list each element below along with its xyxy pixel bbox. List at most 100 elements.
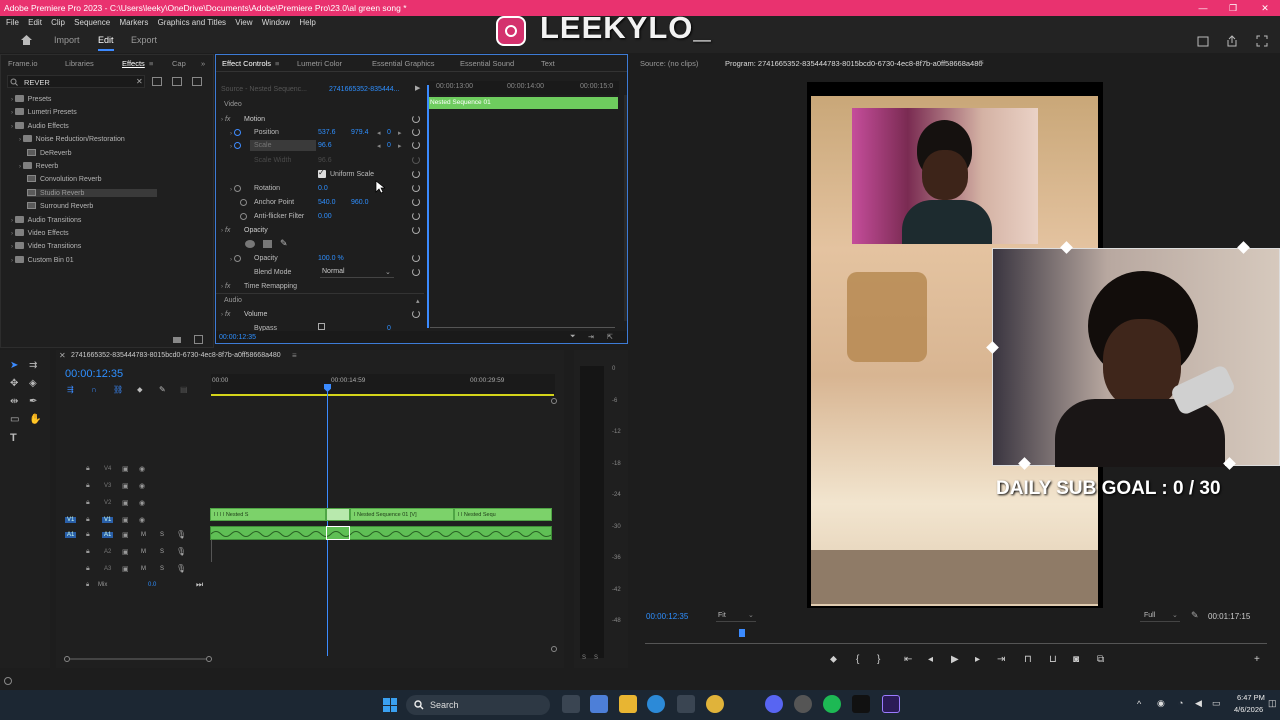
menu-window[interactable]: Window bbox=[262, 18, 290, 27]
audio-track-header[interactable]: 🔒︎ A3 ▣ M S 🎙︎ bbox=[56, 563, 210, 579]
tray-chevron-icon[interactable]: ^ bbox=[1137, 699, 1141, 709]
pen-tool-icon[interactable]: ✒ bbox=[29, 396, 37, 407]
clip-v1-a[interactable]: ǀ ǀ ǀ ǀ Nested S bbox=[210, 508, 326, 521]
eye-icon[interactable]: ◉ bbox=[139, 499, 145, 507]
add-marker-icon[interactable]: ⬥ bbox=[830, 654, 837, 665]
menu-markers[interactable]: Markers bbox=[119, 18, 148, 27]
effects-folder[interactable]: › Presets bbox=[11, 95, 51, 103]
new-item-icon[interactable] bbox=[194, 335, 203, 344]
chrome-icon[interactable] bbox=[706, 695, 724, 713]
new-bin-icon[interactable] bbox=[173, 337, 181, 343]
effects-search-input[interactable]: REVER ✕ bbox=[7, 75, 145, 88]
expand-icon[interactable] bbox=[1256, 35, 1268, 47]
play-icon[interactable]: ▶ bbox=[951, 654, 959, 665]
bypass-checkbox[interactable] bbox=[318, 323, 325, 330]
reset-blend-icon[interactable] bbox=[412, 268, 420, 276]
hand-tool-icon[interactable]: ✋ bbox=[29, 414, 41, 425]
stopwatch-icon[interactable] bbox=[233, 142, 241, 149]
effects-item[interactable]: Studio Reverb bbox=[27, 188, 157, 197]
reset-rotation-icon[interactable] bbox=[412, 184, 420, 192]
quality-select[interactable]: Full ⌄ bbox=[1140, 610, 1180, 622]
wrench-icon[interactable]: ✎ bbox=[1191, 610, 1199, 621]
audio-track-header[interactable]: 🔒︎ A2 ▣ M S 🎙︎ bbox=[56, 546, 210, 562]
clip-v1-selected[interactable] bbox=[326, 508, 350, 521]
sync-lock-icon[interactable]: ▣ bbox=[122, 482, 129, 490]
mute-button[interactable]: M bbox=[141, 549, 146, 555]
step-back-icon[interactable]: ◂ bbox=[928, 654, 933, 665]
sync-lock-icon[interactable]: ▣ bbox=[122, 499, 129, 507]
jump-to-end-icon[interactable]: ⏭ bbox=[196, 580, 203, 590]
comparison-view-icon[interactable]: ⧉ bbox=[1097, 654, 1104, 665]
reset-opacity-icon[interactable] bbox=[412, 254, 420, 262]
position-y[interactable]: 979.4 bbox=[351, 129, 369, 136]
move-tool-icon[interactable]: ✥ bbox=[10, 378, 18, 389]
file-explorer-icon[interactable] bbox=[619, 695, 637, 713]
selection-tool-icon[interactable]: ➤ bbox=[10, 360, 18, 371]
video-track-header[interactable]: 🔒︎ V4 ▣ ◉ bbox=[56, 463, 210, 479]
work-area-bar[interactable] bbox=[211, 394, 554, 396]
obs-icon[interactable] bbox=[794, 695, 812, 713]
timeline-ruler[interactable]: 00:00 00:00:14:59 00:00:29:59 bbox=[211, 374, 555, 396]
track-label[interactable]: A2 bbox=[102, 549, 113, 555]
play-clip-icon[interactable]: ▶ bbox=[415, 84, 420, 92]
prev-keyframe-icon[interactable]: ◂ bbox=[377, 142, 381, 150]
video-track-header[interactable]: 🔒︎ V2 ▣ ◉ bbox=[56, 497, 210, 513]
lock-icon[interactable]: 🔒︎ bbox=[86, 482, 90, 490]
taskbar-search[interactable]: Search bbox=[406, 695, 550, 715]
eye-icon[interactable]: ◉ bbox=[139, 516, 145, 524]
tab-effects[interactable]: Effects bbox=[122, 59, 145, 68]
program-timecode[interactable]: 00:00:12:35 bbox=[646, 612, 688, 621]
tab-lumetri-color[interactable]: Lumetri Color bbox=[297, 59, 342, 68]
lock-icon[interactable]: 🔒︎ bbox=[86, 582, 89, 589]
track-label[interactable]: A1 bbox=[102, 532, 114, 538]
notifications-icon[interactable]: ◫ bbox=[1268, 698, 1277, 709]
tab-frameio[interactable]: Frame.io bbox=[8, 59, 38, 68]
menu-graphics[interactable]: Graphics and Titles bbox=[158, 18, 226, 27]
stopwatch-icon[interactable] bbox=[233, 255, 241, 262]
tab-essential-graphics[interactable]: Essential Graphics bbox=[372, 59, 435, 68]
sequence-tab[interactable]: 2741665352-835444783-8015bcd0-6730-4ec8-… bbox=[71, 352, 281, 359]
clock-time[interactable]: 6:47 PM bbox=[1237, 693, 1265, 702]
captions-icon[interactable]: ▤ bbox=[180, 385, 188, 394]
solo-button[interactable]: S bbox=[160, 566, 164, 572]
spotify-icon[interactable] bbox=[823, 695, 841, 713]
slip-tool-icon[interactable]: ⇹ bbox=[10, 396, 18, 407]
export-frame-icon[interactable]: ◙ bbox=[1073, 654, 1079, 665]
source-patch[interactable]: A1 bbox=[65, 532, 77, 538]
mix-value[interactable]: 0.0 bbox=[148, 582, 156, 588]
effects-folder[interactable]: › Video Effects bbox=[11, 229, 69, 237]
share-icon[interactable] bbox=[1226, 35, 1238, 47]
discord-icon[interactable] bbox=[765, 695, 783, 713]
tab-captions[interactable]: Cap bbox=[172, 59, 186, 68]
ec-mini-ruler[interactable]: 00:00:13:00 00:00:14:00 00:00:15:0 bbox=[427, 81, 619, 95]
mark-in-icon[interactable]: { bbox=[856, 654, 859, 665]
windows-start-icon[interactable] bbox=[383, 698, 397, 712]
tab-libraries[interactable]: Libraries bbox=[65, 59, 94, 68]
lock-icon[interactable]: 🔒︎ bbox=[86, 465, 90, 473]
filter-icon[interactable]: ⏷ bbox=[570, 333, 576, 341]
lock-icon[interactable]: 🔒︎ bbox=[86, 499, 90, 507]
video-track-header[interactable]: V1 🔒︎ V1 ▣ ◉ bbox=[56, 514, 210, 530]
wifi-icon[interactable]: ◔ bbox=[1178, 698, 1183, 708]
solo-button[interactable]: S bbox=[160, 549, 164, 555]
reset-uniform-icon[interactable] bbox=[412, 170, 420, 178]
nest-icon[interactable]: ⇶ bbox=[67, 385, 74, 394]
motion-label[interactable]: Motion bbox=[244, 116, 265, 123]
menu-help[interactable]: Help bbox=[299, 18, 315, 27]
timeline-zoom-bar[interactable] bbox=[70, 658, 206, 660]
opacity-group-label[interactable]: Opacity bbox=[244, 227, 268, 234]
clip-v1-c[interactable]: ǀ ǀ Nested Sequ bbox=[454, 508, 552, 521]
effects-item[interactable]: Convolution Reverb bbox=[27, 175, 101, 183]
sync-lock-icon[interactable]: ▣ bbox=[122, 548, 129, 556]
tray-app-icon[interactable]: ◉ bbox=[1157, 698, 1165, 709]
eye-icon[interactable]: ◉ bbox=[139, 482, 145, 490]
microphone-icon[interactable]: 🎙︎ bbox=[176, 530, 186, 539]
tab-essential-sound[interactable]: Essential Sound bbox=[460, 59, 514, 68]
stopwatch-icon[interactable] bbox=[240, 213, 247, 220]
vscroll-handle-bottom[interactable] bbox=[551, 646, 557, 652]
track-select-icon[interactable]: ⇉ bbox=[29, 360, 37, 371]
program-monitor-tab[interactable]: Program: 2741665352-835444783-8015bcd0-6… bbox=[725, 59, 983, 68]
button-editor-icon[interactable]: + bbox=[1254, 654, 1260, 665]
store-icon[interactable] bbox=[677, 695, 695, 713]
opacity-value[interactable]: 100.0 % bbox=[318, 255, 344, 262]
